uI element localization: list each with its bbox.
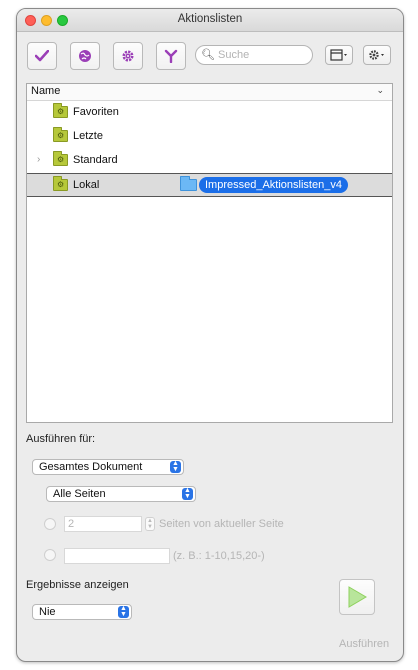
gear-icon [122,50,134,62]
page-range-field[interactable] [64,548,170,564]
window-title: Aktionslisten [177,13,243,25]
calendar-menu-button[interactable] [325,45,353,65]
checkmark-icon [35,50,49,62]
folder-icon: ⚙ [53,176,68,191]
page-range-hint: (z. B.: 1-10,15,20-) [173,550,265,562]
action-list-table[interactable]: Name ⌄ ⚙ Favoriten ⚙ Letzte › ⚙ Standard… [26,83,393,423]
globe-icon [79,50,91,62]
branch-filter-button[interactable] [156,42,186,70]
calendar-icon [330,49,347,61]
folder-icon: ⚙ [53,151,68,166]
title-bar: Aktionslisten [17,9,403,32]
pages-count-field[interactable]: 2 [64,516,142,532]
dragged-folder-icon [180,176,197,191]
pages-popup[interactable]: Alle Seiten ▲ ▼ [46,486,196,502]
search-field[interactable]: 🔍︎ [195,45,313,65]
folder-icon: ⚙ [53,103,68,118]
run-button-label: Ausführen [339,638,390,650]
gear-filter-button[interactable] [113,42,143,70]
pages-from-current-text: Seiten von aktueller Seite [159,518,284,530]
list-item-lokal[interactable]: ⚙ Lokal Impressed_Aktionslisten_v4 [27,173,392,197]
play-icon [348,586,367,608]
folder-icon: ⚙ [53,127,68,142]
popup-arrows-icon: ▲ ▼ [118,605,129,618]
radio-page-range[interactable] [44,549,56,561]
scope-popup[interactable]: Gesamtes Dokument ▲ ▼ [32,459,184,475]
dragged-item-label[interactable]: Impressed_Aktionslisten_v4 [199,177,348,193]
list-item-standard[interactable]: › ⚙ Standard [27,149,392,173]
pages-popup-value: Alle Seiten [53,488,106,500]
run-button[interactable] [339,579,375,615]
show-results-label: Ergebnisse anzeigen [26,579,129,591]
radio-pages-from-current[interactable] [44,518,56,530]
list-item-favoriten[interactable]: ⚙ Favoriten [27,101,392,125]
settings-menu-button[interactable] [363,45,391,65]
show-results-popup[interactable]: Nie ▲ ▼ [32,604,132,620]
list-item-label: Standard [73,154,118,166]
list-item-label: Letzte [73,130,103,142]
run-for-label: Ausführen für: [26,433,96,445]
column-header-name: Name [31,85,61,97]
scope-popup-value: Gesamtes Dokument [39,461,143,473]
checkmark-filter-button[interactable] [27,42,57,70]
search-input[interactable] [218,47,306,63]
gear-dropdown-icon [369,50,384,60]
popup-arrows-icon: ▲ ▼ [170,460,181,473]
list-item-label: Favoriten [73,106,119,118]
column-header[interactable]: Name ⌄ [27,84,392,101]
search-icon: 🔍︎ [201,49,215,61]
popup-arrows-icon: ▲ ▼ [182,487,193,500]
action-lists-window: Aktionslisten 🔍︎ Suche Name ⌄ ⚙ Favorite… [16,8,404,662]
list-item-letzte[interactable]: ⚙ Letzte [27,125,392,149]
list-item-label: Lokal [73,179,100,191]
disclosure-triangle-icon[interactable]: › [37,154,40,165]
pages-count-stepper[interactable]: ▲ ▼ [145,517,155,531]
chevron-down-icon[interactable]: ⌄ [376,85,384,96]
globe-filter-button[interactable] [70,42,100,70]
toolbar: 🔍︎ [17,31,403,87]
show-results-value: Nie [39,606,56,618]
branch-icon [164,49,178,63]
